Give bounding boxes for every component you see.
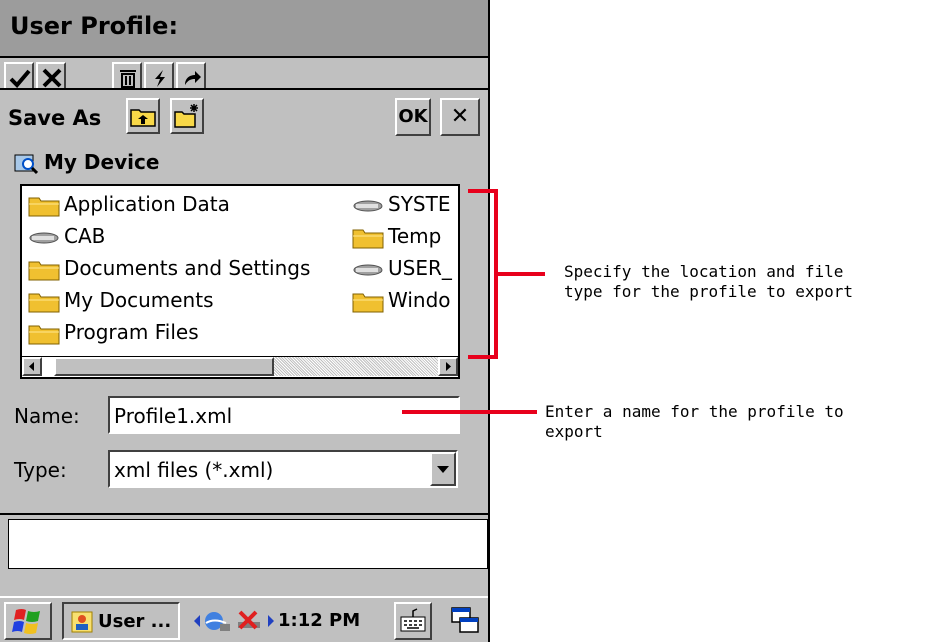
name-label: Name: [14, 404, 80, 428]
network-icon[interactable] [202, 608, 232, 634]
location-annotation-line1: Specify the location and file [564, 262, 844, 281]
dialog-title: Save As [8, 106, 102, 130]
drive-icon [353, 264, 383, 276]
name-annotation-line2: export [545, 422, 603, 441]
system-tray: 1:12 PM [190, 602, 442, 640]
start-button[interactable] [4, 602, 52, 640]
type-value: xml files (*.xml) [114, 458, 274, 482]
scroll-right-button[interactable] [438, 357, 458, 376]
folder-icon [28, 197, 60, 217]
type-dropdown-button[interactable] [430, 452, 456, 486]
window-title: User Profile: [10, 12, 179, 40]
arrow-right-icon [268, 615, 274, 627]
location-annotation-line2: type for the profile to export [564, 282, 853, 301]
import-icon [155, 70, 165, 87]
windows-logo-icon [12, 609, 40, 634]
x-icon [42, 68, 62, 88]
save-as-dialog: Save As OK ✕ My Device Application Data … [0, 88, 488, 513]
name-annotation-line1: Enter a name for the profile to [545, 402, 844, 421]
keyboard-button[interactable] [394, 602, 432, 640]
switch-window-button[interactable] [446, 602, 484, 640]
folder-icon [28, 293, 60, 313]
horizontal-scrollbar[interactable] [22, 356, 458, 377]
disconnected-icon[interactable] [234, 608, 264, 634]
type-select[interactable]: xml files (*.xml) [108, 450, 458, 488]
input-panel-area[interactable] [8, 519, 488, 569]
folder-icon [352, 293, 384, 313]
title-bar: User Profile: [0, 0, 488, 58]
arrow-right-icon [446, 362, 451, 371]
close-button[interactable]: ✕ [440, 98, 480, 136]
taskbar-app-user-profile[interactable]: User ... [62, 602, 180, 640]
folder-icon [28, 325, 60, 345]
folder-icon [28, 261, 60, 281]
scroll-thumb[interactable] [54, 357, 274, 376]
keyboard-icon [400, 608, 426, 632]
trash-icon [120, 70, 136, 88]
toolbar [0, 58, 488, 92]
check-icon [9, 69, 31, 88]
file-list[interactable]: Application Data CAB Documents and Setti… [20, 184, 460, 379]
location-label: My Device [44, 150, 160, 174]
location-annotation: Specify the location and file type for t… [564, 262, 853, 302]
new-folder-button[interactable] [170, 98, 204, 134]
name-value: Profile1.xml [114, 404, 233, 428]
arrow-left-icon [194, 615, 200, 627]
scroll-left-button[interactable] [22, 357, 42, 376]
taskbar-app-label: User ... [98, 611, 172, 632]
windows-stack-icon [451, 607, 479, 633]
export-icon [185, 71, 201, 85]
name-input[interactable]: Profile1.xml [108, 396, 460, 434]
folder-icon [352, 229, 384, 249]
drive-icon [29, 232, 59, 244]
type-label: Type: [14, 458, 67, 482]
up-folder-button[interactable] [126, 98, 160, 134]
drive-icon [353, 200, 383, 212]
app-icon [71, 611, 93, 633]
clock[interactable]: 1:12 PM [278, 610, 360, 631]
input-panel [0, 513, 488, 598]
chevron-down-icon [437, 466, 449, 473]
scroll-track[interactable] [274, 357, 438, 376]
ok-button[interactable]: OK [395, 98, 431, 136]
name-annotation: Enter a name for the profile to export [545, 402, 844, 442]
arrow-left-icon [29, 362, 34, 371]
up-folder-icon [130, 109, 156, 127]
my-device-icon [14, 154, 38, 175]
device-screen: User Profile: Save As OK ✕ My Device App… [0, 0, 490, 642]
taskbar: User ... 1:12 PM [0, 596, 488, 642]
new-folder-icon [174, 104, 198, 128]
